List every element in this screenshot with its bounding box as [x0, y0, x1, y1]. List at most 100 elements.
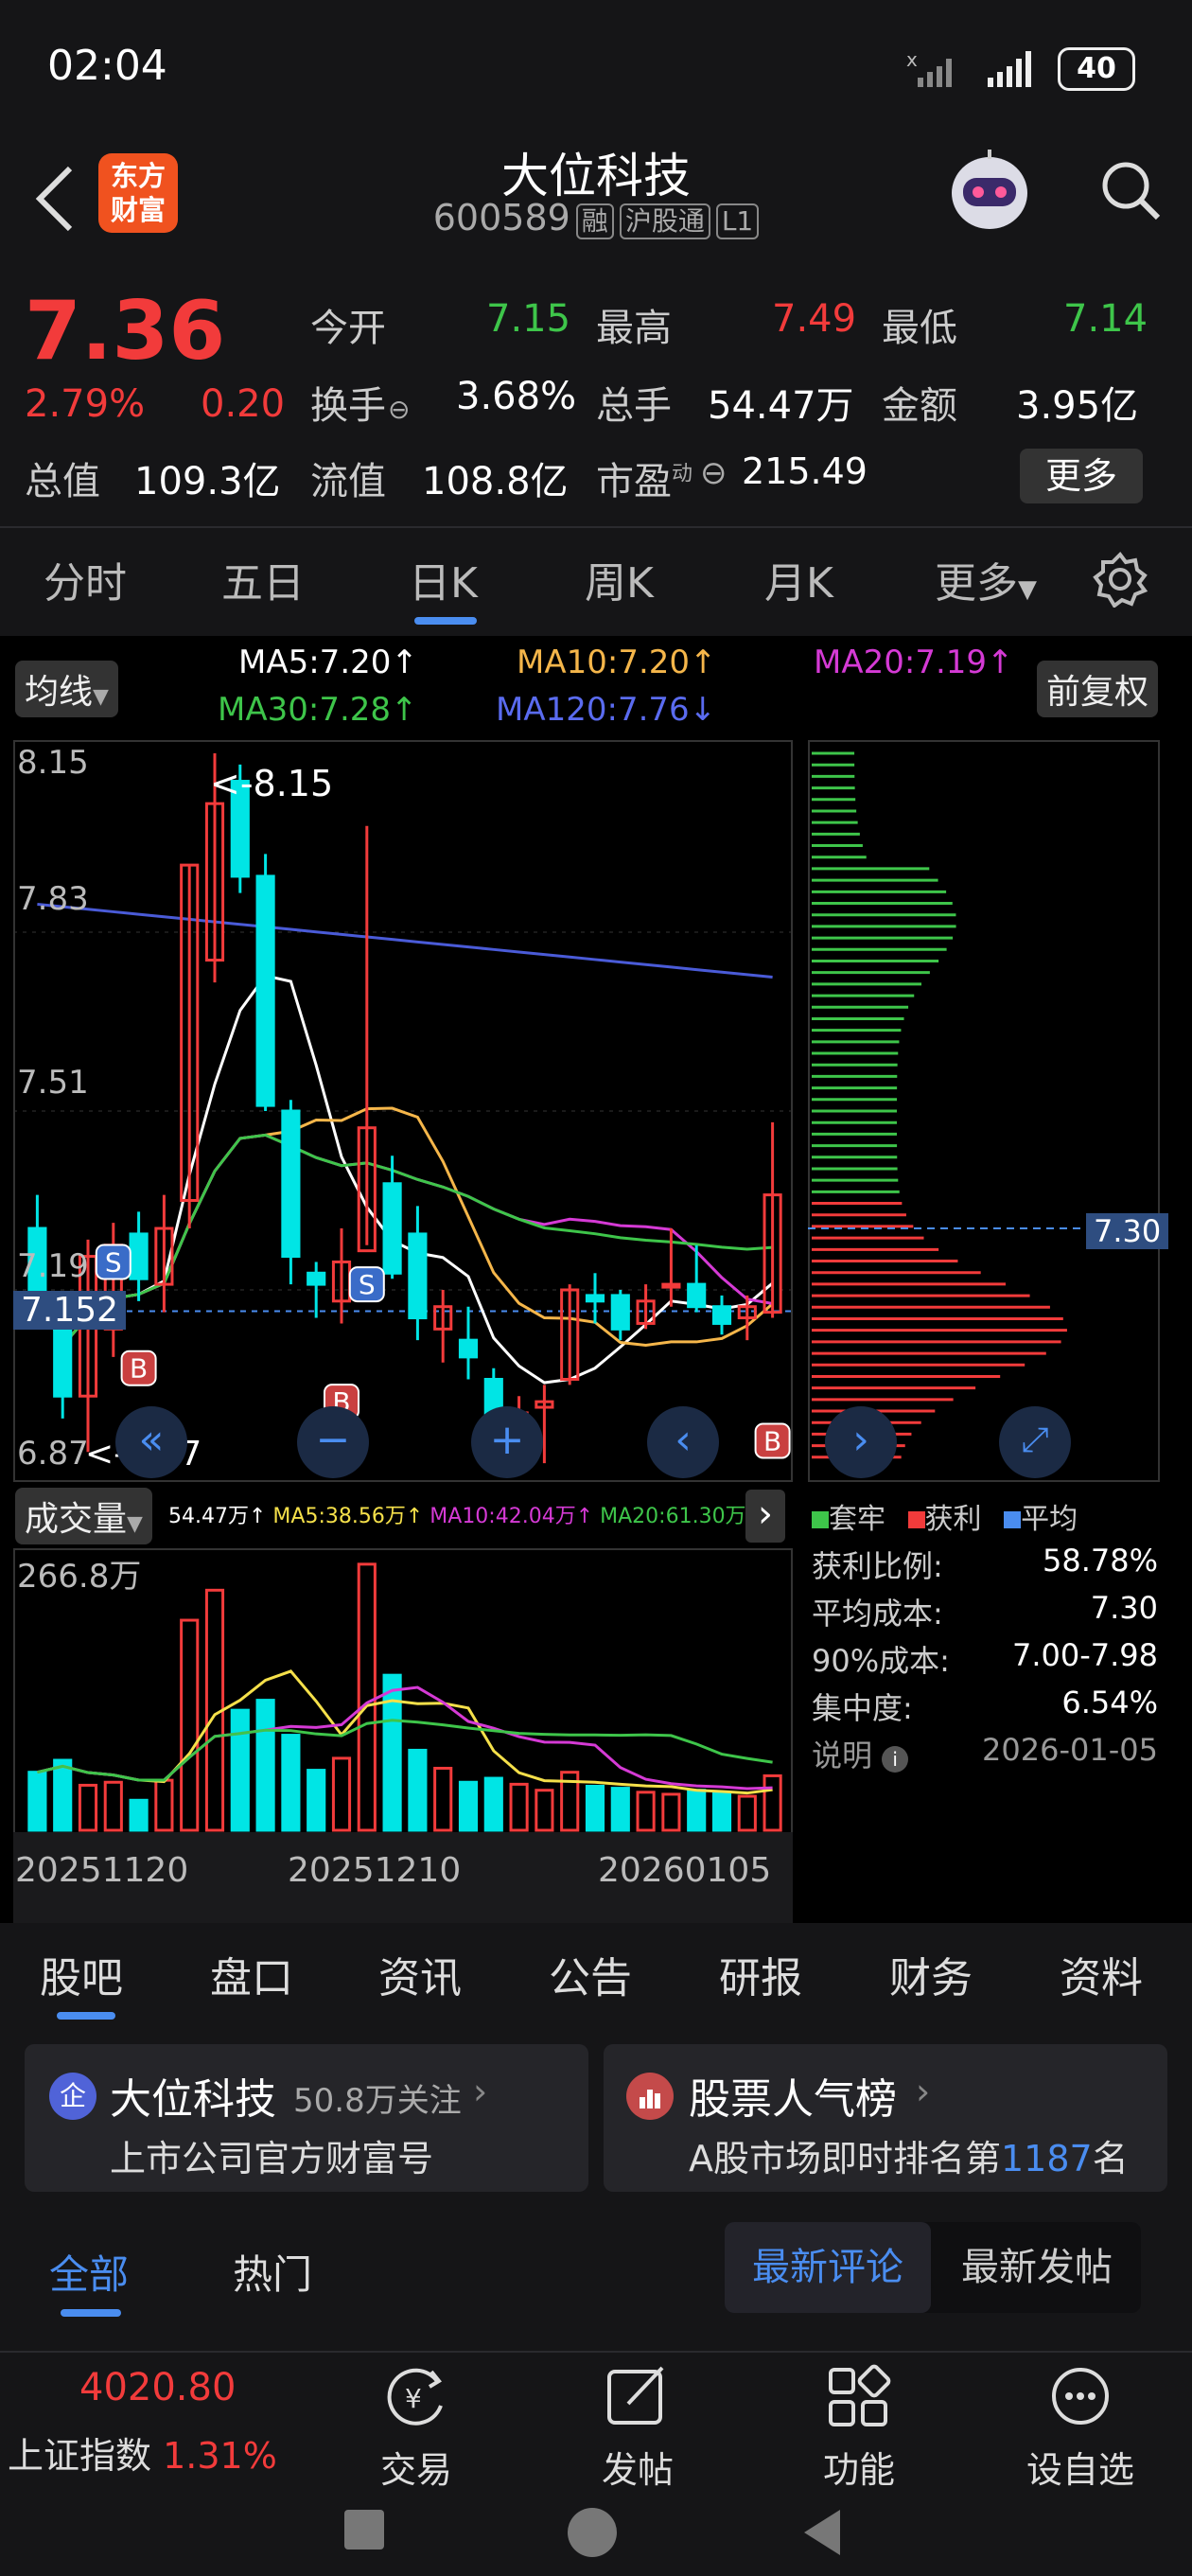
price-tick-3: 7.51 — [17, 1064, 89, 1102]
tab-forum[interactable]: 股吧 — [40, 1944, 123, 2004]
tab-announcements[interactable]: 公告 — [549, 1944, 632, 2004]
tab-more[interactable]: 更多▼ — [935, 549, 1037, 609]
pe-label-text: 市盈 — [596, 460, 672, 503]
turnover-label: 换手⊖ — [310, 375, 410, 430]
tab-daily-k[interactable]: 日K — [409, 549, 478, 609]
nav-add-watchlist[interactable]: 设自选 — [995, 2362, 1166, 2493]
scroll-left-fast-icon[interactable]: « — [115, 1406, 187, 1478]
filter-all[interactable]: 全部 — [49, 2243, 129, 2301]
pe-sup: 动 — [672, 462, 693, 486]
price-tick-min: 6.87 — [17, 1435, 89, 1473]
date-label-2: 20251210 — [288, 1851, 462, 1890]
volume-bar — [610, 1787, 630, 1832]
triangle-down-icon: ▼ — [93, 685, 109, 709]
candle-body — [53, 1321, 73, 1398]
sort-latest-comment[interactable]: 最新评论 — [725, 2222, 931, 2313]
tab-orderbook[interactable]: 盘口 — [210, 1944, 293, 2004]
max-price-label: <-8.15 — [210, 763, 334, 804]
tab-weekly-k[interactable]: 周K — [585, 549, 654, 609]
chip-note-row: 说明 i 2026-01-05 — [812, 1732, 1158, 1779]
chip-note[interactable]: 说明 i — [812, 1732, 909, 1779]
candlestick-chart[interactable]: SBBSB — [13, 740, 793, 1482]
enterprise-badge-icon: 企 — [49, 2073, 96, 2120]
index-name: 上证指数 — [8, 2435, 152, 2477]
scroll-right-icon[interactable]: › — [825, 1406, 897, 1478]
popularity-title: 股票人气榜 — [689, 2075, 897, 2124]
stock-code: 600589 — [432, 197, 570, 238]
tab-financials[interactable]: 财务 — [889, 1944, 973, 2004]
volume-next-icon[interactable]: › — [745, 1490, 785, 1543]
nav-post[interactable]: 发帖 — [552, 2362, 723, 2493]
tab-profile[interactable]: 资料 — [1060, 1944, 1143, 2004]
tag-level: L1 — [715, 203, 760, 239]
volume-bar — [585, 1784, 605, 1832]
logo-line1: 东方 — [110, 160, 166, 192]
buy-marker-label: B — [130, 1353, 148, 1385]
system-back-icon[interactable] — [800, 2506, 844, 2559]
ma-toggle[interactable]: 均线▼ — [15, 661, 118, 717]
robot-assistant-icon[interactable] — [942, 146, 1037, 237]
battery-icon: 40 — [1058, 47, 1135, 91]
sort-toggle: 最新评论 最新发帖 — [725, 2222, 1141, 2313]
follower-count: 50.8万关注 — [293, 2082, 462, 2120]
tab-monthly-k[interactable]: 月K — [764, 549, 833, 609]
nav-trade[interactable]: ¥ 交易 — [331, 2362, 501, 2493]
tab-intraday[interactable]: 分时 — [44, 549, 127, 609]
chip-current-label: 7.30 — [1086, 1213, 1169, 1249]
fullscreen-icon[interactable]: ⤢ — [999, 1406, 1071, 1478]
status-time: 02:04 — [47, 42, 167, 90]
zoom-out-icon[interactable]: − — [297, 1406, 369, 1478]
legend-profit: 获利 — [924, 1503, 982, 1536]
sell-marker-label: S — [359, 1269, 376, 1300]
legend-swatch-profit — [907, 1511, 925, 1528]
low-value: 7.14 — [1063, 297, 1148, 341]
chip-stat-row: 集中度: 6.54% — [812, 1685, 1158, 1732]
info-icon: i — [882, 1746, 909, 1773]
zoom-in-icon[interactable]: + — [471, 1406, 543, 1478]
chip-stat-row: 平均成本: 7.30 — [812, 1590, 1158, 1637]
settings-gear-icon[interactable] — [1092, 551, 1148, 608]
more-button[interactable]: 更多 — [1020, 449, 1143, 503]
tab-five-day[interactable]: 五日 — [221, 549, 305, 609]
tab-news[interactable]: 资讯 — [378, 1944, 462, 2004]
search-icon[interactable] — [1097, 157, 1164, 223]
popularity-card[interactable]: 股票人气榜 › A股市场即时排名第1187名 — [604, 2044, 1167, 2192]
candle-body — [408, 1232, 428, 1320]
nav-post-label: 发帖 — [601, 2449, 674, 2491]
sort-latest-post[interactable]: 最新发帖 — [933, 2222, 1141, 2313]
triangle-down-icon: ▼ — [1018, 575, 1037, 604]
index-ticker[interactable]: 上证指数 1.31% — [8, 2426, 277, 2479]
nav-watchlist-label: 设自选 — [1025, 2449, 1134, 2491]
volume-bar — [509, 1782, 529, 1832]
volume-toggle[interactable]: 成交量▼ — [15, 1488, 152, 1544]
home-icon[interactable] — [568, 2508, 617, 2557]
info-dots-icon[interactable]: ⊖ — [388, 394, 410, 425]
scroll-left-icon[interactable]: ‹ — [647, 1406, 719, 1478]
header: 大位科技 600589 融沪股通 L1 — [0, 132, 1192, 271]
ma120-line — [37, 902, 773, 979]
volume-bar — [103, 1780, 123, 1832]
candle-body — [610, 1294, 630, 1331]
recent-apps-icon[interactable] — [344, 2510, 384, 2550]
logo-line2: 财富 — [110, 194, 166, 226]
volume-bar — [180, 1618, 200, 1832]
edit-icon — [607, 2366, 664, 2425]
nav-functions-label: 功能 — [822, 2449, 895, 2491]
tab-research[interactable]: 研报 — [719, 1944, 802, 2004]
signal-2-icon — [988, 51, 1031, 87]
pe-info-icon[interactable]: ⊖ — [700, 454, 727, 492]
tag-connect: 沪股通 — [619, 203, 710, 239]
chip-stat-value: 7.30 — [1090, 1590, 1158, 1626]
app-logo[interactable]: 东方 财富 — [98, 153, 178, 233]
nav-functions[interactable]: 功能 — [774, 2362, 944, 2493]
volume-bar — [687, 1789, 707, 1832]
volume-label: 总手 — [596, 384, 672, 428]
open-value: 7.15 — [486, 297, 571, 341]
candle-body — [382, 1182, 402, 1275]
pe-label: 市盈动 — [596, 450, 692, 505]
adjust-toggle[interactable]: 前复权 — [1037, 661, 1159, 717]
filter-hot[interactable]: 热门 — [233, 2243, 312, 2301]
legend-average: 平均 — [1021, 1503, 1078, 1536]
company-account-card[interactable]: 企 大位科技 50.8万关注 › 上市公司官方财富号 — [25, 2044, 588, 2192]
svg-text:¥: ¥ — [405, 2383, 422, 2414]
